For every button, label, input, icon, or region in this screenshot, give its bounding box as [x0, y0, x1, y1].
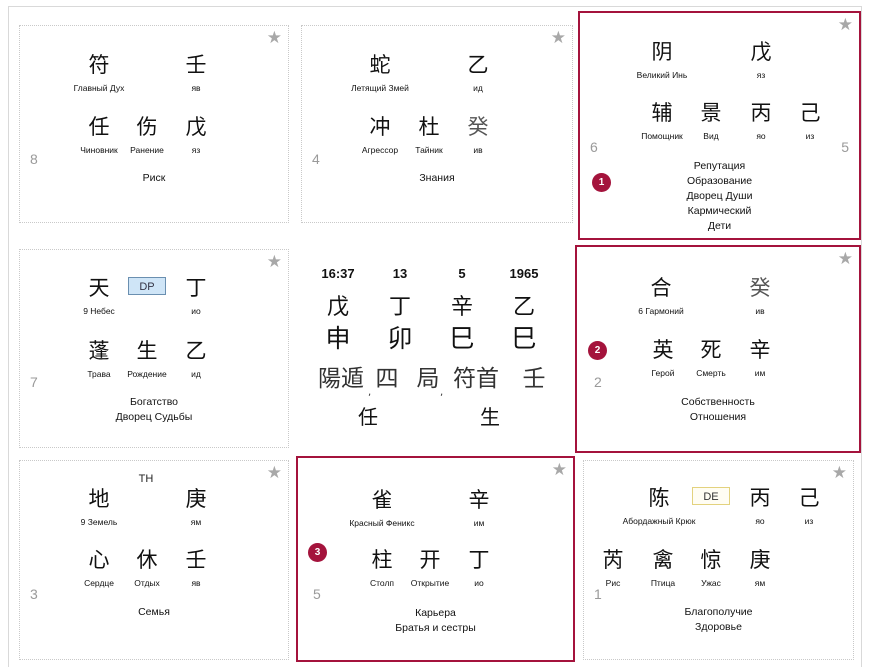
earth-stem-2: 己 из	[799, 101, 821, 141]
deity: 雀 Красный Феникс	[349, 488, 415, 528]
month-value: 5	[458, 266, 466, 281]
star-icon[interactable]: ★	[267, 254, 282, 271]
deity: 合6 Гармоний	[638, 276, 684, 316]
separator: ,	[440, 387, 444, 398]
heaven-stem: 庚 ям	[185, 487, 207, 527]
month-stem: 辛	[450, 295, 473, 320]
deity: 阴 Великий Инь	[636, 40, 688, 80]
badge-number[interactable]: 3	[308, 543, 327, 562]
badge-number[interactable]: 2	[588, 341, 607, 360]
star-icon[interactable]: ★	[838, 17, 853, 34]
day-value: 13	[392, 266, 408, 281]
palace-notes: Благополучие Здоровье	[684, 606, 753, 633]
deity: 地9 Земель	[80, 487, 118, 527]
palace-notes: Карьера Братья и сестры	[395, 607, 476, 634]
palace-notes: Репутация Образование Дворец Души Кармическ…	[686, 160, 753, 232]
star-icon[interactable]: ★	[551, 30, 566, 47]
earth-stem: 乙 ид	[185, 339, 207, 379]
palace-cell-5[interactable]: ★ 雀 Красный Феникс 辛 им 3 5 柱 Столп 开 Открыт…	[296, 456, 575, 662]
heaven-stem-2: 己 из	[798, 486, 820, 526]
palace-cell-3[interactable]: ★ TH 地9 Земель 庚 ям 3 心 Сердце 休 Отдых 壬 яв …	[19, 460, 289, 660]
earth-stem: 丁 ио	[468, 548, 490, 588]
star-icon[interactable]: ★	[552, 462, 567, 479]
heaven-stem: 辛 им	[468, 488, 490, 528]
star-icon[interactable]: ★	[838, 251, 853, 268]
palace-cell-7[interactable]: ★ 天9 Небес DP 丁 ио 7 蓬 Трава 生 Рождение 乙 ид…	[19, 249, 289, 448]
palace-cell-6[interactable]: ★ 阴 Великий Инь 戊 яз 6 5 辅 Помощник 景 Вид 丙я…	[578, 11, 861, 240]
center-summary: 16:37 13 5 1965 戊 丁 辛 乙 申 卯 巳 巳 陽遁 四 局 符…	[301, 249, 573, 449]
day-branch: 卯	[387, 324, 413, 353]
earth-stem: 癸 ив	[467, 115, 489, 155]
palace-number: 2	[594, 374, 602, 390]
palace-notes: Богатство Дворец Судьбы	[115, 396, 193, 423]
palace-notes: Семья	[138, 606, 170, 618]
year-stem: 乙	[512, 295, 535, 320]
duty-door: 生	[480, 405, 500, 429]
lead-stem-label: 符首	[453, 366, 499, 392]
palace-number: 8	[30, 151, 38, 167]
duty-star: 任	[358, 405, 378, 429]
palace-cell-8[interactable]: ★ 符 Главный Дух 壬 яв 8 任 Чиновник 伤 Ранение …	[19, 25, 289, 223]
day-stem: 丁	[388, 295, 411, 320]
heaven-stem: 丁 ио	[185, 276, 207, 316]
palace-cell-2[interactable]: ★ 合6 Гармоний 癸 ив 2 2 英 Герой 死 Смерть 辛 им…	[575, 245, 861, 453]
palace-cell-4[interactable]: ★ 蛇 Летящий Змей 乙 ид 4 冲 Агрессор 杜 Тайник …	[301, 25, 573, 223]
year-branch: 巳	[511, 324, 537, 353]
palace-number: 6	[590, 139, 598, 155]
separator: ,	[368, 387, 372, 398]
deity: 符 Главный Дух	[73, 53, 125, 93]
earth-stem: 庚 ям	[749, 548, 771, 588]
heaven-stem: 壬 яв	[185, 53, 207, 93]
star-icon[interactable]: ★	[832, 465, 847, 482]
heaven-stem: 乙 ид	[467, 53, 489, 93]
palace-number: 5	[313, 586, 321, 602]
deity: 蛇 Летящий Змей	[351, 53, 409, 93]
earth-stem: 戊 яз	[185, 115, 207, 155]
hour-branch: 申	[325, 324, 351, 353]
palace-notes: Знания	[419, 172, 455, 184]
earth-stem: 辛 им	[749, 338, 771, 378]
deity: 陈 Абордажный Крюк	[622, 486, 696, 526]
palace-number: 7	[30, 374, 38, 390]
palace-notes: Собственность Отношения	[681, 396, 755, 423]
dun-type: 陽遁	[318, 366, 364, 392]
star-icon[interactable]: ★	[267, 465, 282, 482]
heaven-stem: 戊 яз	[750, 40, 772, 80]
month-branch: 巳	[449, 324, 475, 353]
palace-number: 4	[312, 151, 320, 167]
lead-stem: 壬	[522, 366, 546, 392]
palace-cell-1[interactable]: ★ 陈 Абордажный Крюк DE 丙 яо 己 из 1 芮 Рис 禽 Пт…	[583, 460, 854, 660]
star-icon[interactable]: ★	[267, 30, 282, 47]
heaven-stem: 癸 ив	[749, 276, 771, 316]
year-value: 1965	[509, 266, 539, 281]
ju-number: 四	[375, 366, 399, 392]
time-value: 16:37	[321, 266, 355, 281]
earth-stem: 壬 яв	[185, 548, 207, 588]
palace-notes: Риск	[142, 172, 166, 184]
palace-number: 3	[30, 586, 38, 602]
hour-stem: 戊	[326, 295, 349, 320]
